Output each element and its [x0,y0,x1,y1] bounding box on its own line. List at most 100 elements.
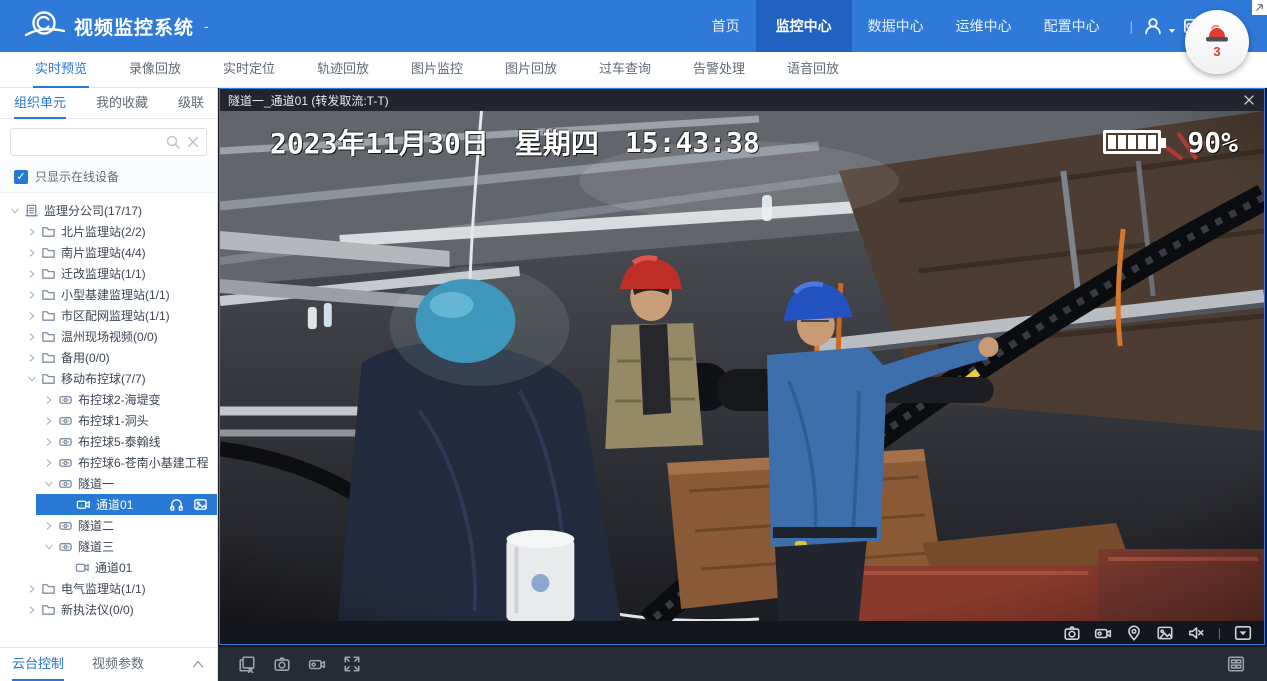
nav-item[interactable]: 数据中心 [852,0,940,52]
chevron-down-icon[interactable] [42,540,56,554]
tree-label: 移动布控球(7/7) [61,370,146,387]
org-icon [24,203,39,218]
device-icon [58,518,73,533]
module-tab[interactable]: 实时定位 [221,52,277,88]
chevron-right-icon[interactable] [25,288,39,302]
chevron-down-icon[interactable] [42,477,56,491]
person-icon[interactable] [1143,16,1163,36]
chevron-right-icon[interactable] [25,330,39,344]
tree-row[interactable]: 布控球5-泰翰线 [0,431,217,452]
close-all-icon[interactable] [238,655,256,673]
chevron-right-icon[interactable] [42,393,56,407]
device-icon [58,539,73,554]
chevron-right-icon[interactable] [42,456,56,470]
device-tree: 监理分公司(17/17)北片监理站(2/2) 南片监理站(4/4) 迁改监理站(1/… [0,193,217,647]
tree-row[interactable]: 隧道二 [0,515,217,536]
image-icon[interactable] [1156,624,1174,642]
tree-row[interactable]: 监理分公司(17/17) [0,200,217,221]
sidebar-tab[interactable]: 组织单元 [14,88,66,119]
tree-row[interactable]: 小型基建监理站(1/1) [0,284,217,305]
stream-menu-icon[interactable] [1234,624,1252,642]
tree-row[interactable]: 布控球1-洞头 [0,410,217,431]
tree-label: 通道01 [95,559,132,576]
app-header: 视频监控系统 - 首页监控中心数据中心运维中心配置中心 | [0,0,1267,52]
headphones-icon[interactable] [169,497,184,512]
snapshot-icon[interactable] [1063,624,1081,642]
chevron-right-icon[interactable] [25,246,39,260]
sidebar-tab[interactable]: 我的收藏 [96,88,148,119]
mute-icon[interactable] [1187,624,1205,642]
chevron-down-icon[interactable] [8,204,22,218]
module-tab[interactable]: 过车查询 [597,52,653,88]
caret-down-icon[interactable] [1167,23,1177,33]
tree-row[interactable]: 移动布控球(7/7) [0,368,217,389]
nav-item[interactable]: 监控中心 [756,0,852,52]
module-tab[interactable]: 图片监控 [409,52,465,88]
nav-item[interactable]: 运维中心 [940,0,1028,52]
location-icon[interactable] [1125,624,1143,642]
collapse-panel-icon[interactable] [191,658,205,672]
chevron-right-icon[interactable] [42,414,56,428]
tree-row[interactable]: 电气监理站(1/1) [0,578,217,599]
chevron-right-icon[interactable] [25,225,39,239]
module-tab[interactable]: 实时预览 [33,52,89,88]
image-icon[interactable] [193,497,208,512]
chevron-right-icon[interactable] [42,435,56,449]
tree-row[interactable]: 迁改监理站(1/1) [0,263,217,284]
sidebar-tab[interactable]: 级联 [178,88,204,119]
fullscreen-icon[interactable] [343,655,361,673]
tree-row[interactable]: 新执法仪(0/0) [0,599,217,620]
online-only-label: 只显示在线设备 [35,168,119,185]
chevron-down-icon[interactable] [25,372,39,386]
chevron-right-icon[interactable] [25,267,39,281]
tree-row[interactable]: 市区配网监理站(1/1) [0,305,217,326]
tree-row[interactable]: 温州现场视频(0/0) [0,326,217,347]
close-icon[interactable] [1242,93,1256,107]
tree-label: 布控球2-海堤变 [78,391,161,408]
tree-row[interactable]: 布控球6-苍南小基建工程 [0,452,217,473]
search-icon[interactable] [165,134,181,150]
chevron-right-icon[interactable] [25,309,39,323]
tree-row[interactable]: 通道01 [36,494,217,515]
tree-label: 布控球1-洞头 [78,412,149,429]
video-title-bar: 隧道一_通道01 (转发取流:T-T) [220,89,1264,111]
chevron-right-icon[interactable] [25,603,39,617]
folder-icon [41,602,56,617]
external-arrow-icon[interactable] [1252,0,1267,15]
tree-row[interactable]: 北片监理站(2/2) [0,221,217,242]
checkbox-checked-icon[interactable]: ✓ [14,170,28,184]
nav-item[interactable]: 配置中心 [1028,0,1116,52]
online-only-filter[interactable]: ✓ 只显示在线设备 [0,160,217,193]
module-tab[interactable]: 轨迹回放 [315,52,371,88]
chevron-spacer [59,561,73,575]
grid-layout-icon[interactable] [1227,655,1245,673]
video-cell[interactable]: 隧道一_通道01 (转发取流:T-T) [219,88,1265,645]
camera-icon [75,560,90,575]
chevron-right-icon[interactable] [42,519,56,533]
module-tab[interactable]: 录像回放 [127,52,183,88]
tree-label: 隧道三 [78,538,114,555]
sidebar-bottom-tab[interactable]: 云台控制 [12,648,64,681]
module-tab[interactable]: 告警处理 [691,52,747,88]
tree-row[interactable]: 布控球2-海堤变 [0,389,217,410]
record-icon[interactable] [1094,624,1112,642]
tree-label: 隧道二 [78,517,114,534]
tree-row[interactable]: 通道01 [0,557,217,578]
tree-row[interactable]: 隧道三 [0,536,217,557]
alarm-button[interactable]: 3 [1185,10,1249,74]
tree-row[interactable]: 南片监理站(4/4) [0,242,217,263]
module-tab[interactable]: 图片回放 [503,52,559,88]
module-tab[interactable]: 语音回放 [785,52,841,88]
tree-row[interactable]: 隧道一 [0,473,217,494]
sidebar-bottom-tab[interactable]: 视频参数 [92,648,144,681]
record-icon[interactable] [308,655,326,673]
chevron-right-icon[interactable] [25,351,39,365]
nav-item[interactable]: 首页 [696,0,756,52]
toolbar-divider: | [1218,624,1221,642]
tree-row[interactable]: 备用(0/0) [0,347,217,368]
snapshot-icon[interactable] [273,655,291,673]
clear-icon[interactable] [185,134,201,150]
chevron-right-icon[interactable] [25,582,39,596]
device-icon [58,476,73,491]
tree-label: 南片监理站(4/4) [61,244,146,261]
